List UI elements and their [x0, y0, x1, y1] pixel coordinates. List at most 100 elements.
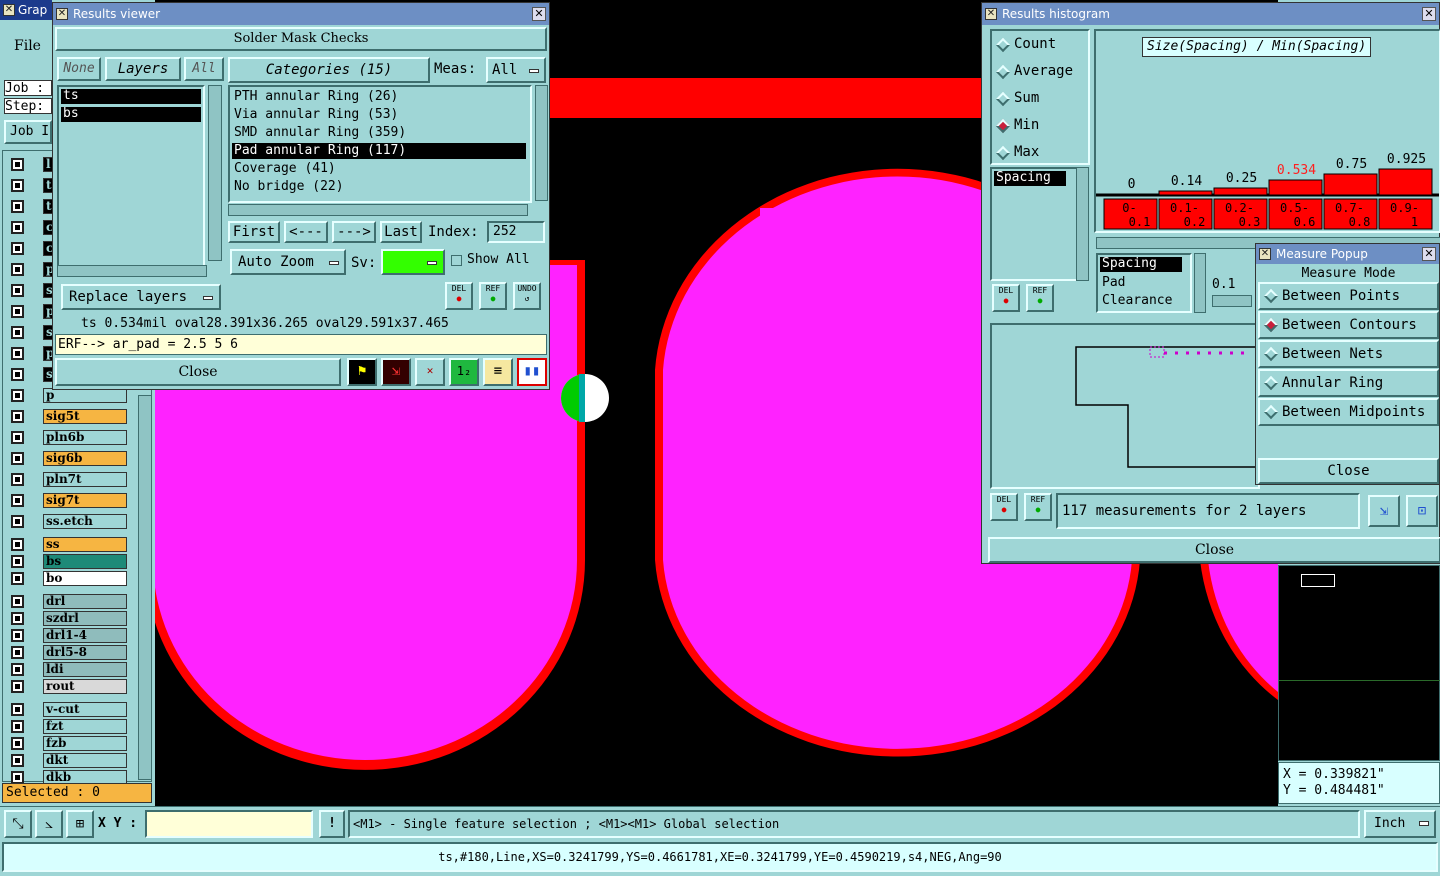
layer-list-hscroll[interactable]: [57, 265, 207, 277]
aggregate-radio[interactable]: [995, 37, 1011, 53]
undo-icon[interactable]: UNDO ↺: [513, 282, 541, 310]
spacing-list[interactable]: Spacing: [990, 167, 1078, 281]
layer-name[interactable]: ldi: [43, 662, 127, 677]
aggregate-label[interactable]: Max: [1014, 144, 1039, 160]
layer-row[interactable]: p: [11, 388, 129, 403]
last-button[interactable]: Last: [380, 221, 422, 243]
sv-color-select[interactable]: [381, 249, 445, 275]
layer-checkbox[interactable]: [11, 595, 24, 608]
del-icon[interactable]: DEL ●: [992, 284, 1020, 312]
close-icon[interactable]: ✕: [1422, 247, 1436, 261]
layer-name[interactable]: ss: [43, 537, 127, 552]
layer-checkbox[interactable]: [11, 179, 24, 192]
del-icon[interactable]: DEL ●: [990, 493, 1018, 521]
measure-popup-titlebar[interactable]: ✕ Measure Popup ✕: [1256, 244, 1439, 264]
aggregate-label[interactable]: Count: [1014, 36, 1056, 52]
ref-icon[interactable]: REF ●: [479, 282, 507, 310]
tool-grid-icon[interactable]: ⊞: [66, 810, 94, 838]
layer-checkbox[interactable]: [11, 368, 24, 381]
layer-name[interactable]: bs: [43, 554, 127, 569]
prev-button[interactable]: <---: [284, 221, 328, 243]
aggregate-radio[interactable]: [995, 64, 1011, 80]
meas-select[interactable]: All: [486, 57, 546, 83]
layer-checkbox[interactable]: [11, 410, 24, 423]
param-item[interactable]: Spacing: [1100, 257, 1182, 272]
layer-name[interactable]: pln6b: [43, 430, 127, 445]
layer-list-vscroll[interactable]: [208, 85, 222, 261]
layer-row[interactable]: ldi: [11, 662, 129, 677]
layer-checkbox[interactable]: [11, 305, 24, 318]
none-button[interactable]: None: [57, 57, 101, 81]
layer-checkbox[interactable]: [11, 389, 24, 402]
layer-checkbox[interactable]: [11, 737, 24, 750]
histogram-titlebar[interactable]: ✕ Results histogram ✕: [982, 3, 1439, 25]
param-item[interactable]: Clearance: [1100, 293, 1172, 308]
layer-name[interactable]: v-cut: [43, 702, 127, 717]
aggregate-label[interactable]: Sum: [1014, 90, 1039, 106]
layer-checkbox[interactable]: [11, 284, 24, 297]
info-icon[interactable]: !: [319, 810, 345, 838]
ref-icon[interactable]: REF ●: [1024, 493, 1052, 521]
layer-name[interactable]: fzt: [43, 719, 127, 734]
results-close-button[interactable]: Close: [55, 358, 341, 386]
close-icon[interactable]: ✕: [1422, 7, 1436, 21]
layer-checkbox[interactable]: [11, 431, 24, 444]
results-viewer-titlebar[interactable]: ✕ Results viewer ✕: [53, 3, 549, 25]
layer-row[interactable]: fzb: [11, 736, 129, 751]
layer-scrollbar[interactable]: [138, 395, 152, 780]
layer-name[interactable]: rout: [43, 679, 127, 694]
layer-row[interactable]: sig6b: [11, 451, 129, 466]
category-hscroll[interactable]: [228, 204, 528, 216]
ref-icon[interactable]: REF ●: [1026, 284, 1054, 312]
measure-close-button[interactable]: Close: [1258, 458, 1439, 484]
category-item[interactable]: Via annular Ring (53): [232, 107, 526, 123]
layer-row[interactable]: drl1-4: [11, 628, 129, 643]
layer-checkbox[interactable]: [11, 538, 24, 551]
layers-button[interactable]: Layers: [105, 57, 181, 81]
layer-checkbox[interactable]: [11, 663, 24, 676]
layer-item[interactable]: ts: [61, 89, 201, 104]
layer-checkbox[interactable]: [11, 555, 24, 568]
layer-item[interactable]: bs: [61, 107, 201, 122]
measure-mode-radio[interactable]: [1263, 317, 1279, 333]
aggregate-radio[interactable]: [995, 118, 1011, 134]
close-icon[interactable]: ✕: [532, 7, 546, 21]
layer-checkbox[interactable]: [11, 326, 24, 339]
ref-cancel-icon[interactable]: ✕: [415, 358, 445, 386]
spacing-list-scroll[interactable]: [1076, 167, 1089, 281]
measure-mode-option[interactable]: Between Points: [1258, 282, 1439, 310]
tool-measure-icon[interactable]: ⦣: [35, 810, 63, 838]
layer-checkbox[interactable]: [11, 646, 24, 659]
layer-name[interactable]: fzb: [43, 736, 127, 751]
histogram-export-icon[interactable]: ⇲: [1368, 495, 1400, 527]
aggregate-label[interactable]: Average: [1014, 63, 1073, 79]
layer-row[interactable]: ss.etch: [11, 514, 129, 529]
layer-checkbox[interactable]: [11, 221, 24, 234]
histogram-icon[interactable]: ▮▮: [517, 358, 547, 386]
file-menu[interactable]: File: [14, 38, 41, 54]
categories-button[interactable]: Categories (15): [228, 57, 430, 83]
layer-row[interactable]: pln6b: [11, 430, 129, 445]
aggregate-radio[interactable]: [995, 91, 1011, 107]
layer-row[interactable]: sig5t: [11, 409, 129, 424]
layer-checkbox[interactable]: [11, 612, 24, 625]
category-item[interactable]: No bridge (22): [232, 179, 526, 195]
layer-checkbox[interactable]: [11, 515, 24, 528]
measure-mode-radio[interactable]: [1263, 375, 1279, 391]
measure-mode-option[interactable]: Between Midpoints: [1258, 398, 1439, 426]
first-button[interactable]: First: [228, 221, 280, 243]
layer-checkbox[interactable]: [11, 347, 24, 360]
layer-checkbox[interactable]: [11, 754, 24, 767]
layer-name[interactable]: sig6b: [43, 451, 127, 466]
layer-checkbox[interactable]: [11, 680, 24, 693]
layer-row[interactable]: rout: [11, 679, 129, 694]
layer-row[interactable]: szdrl: [11, 611, 129, 626]
layer-checkbox[interactable]: [11, 452, 24, 465]
layer-name[interactable]: drl: [43, 594, 127, 609]
layer-name[interactable]: dkt: [43, 753, 127, 768]
export-icon[interactable]: ⇲: [381, 358, 411, 386]
replace-layers-select[interactable]: Replace layers: [61, 284, 221, 310]
next-button[interactable]: --->: [332, 221, 376, 243]
layer-name[interactable]: p: [43, 388, 127, 403]
layer-row[interactable]: sig7t: [11, 493, 129, 508]
